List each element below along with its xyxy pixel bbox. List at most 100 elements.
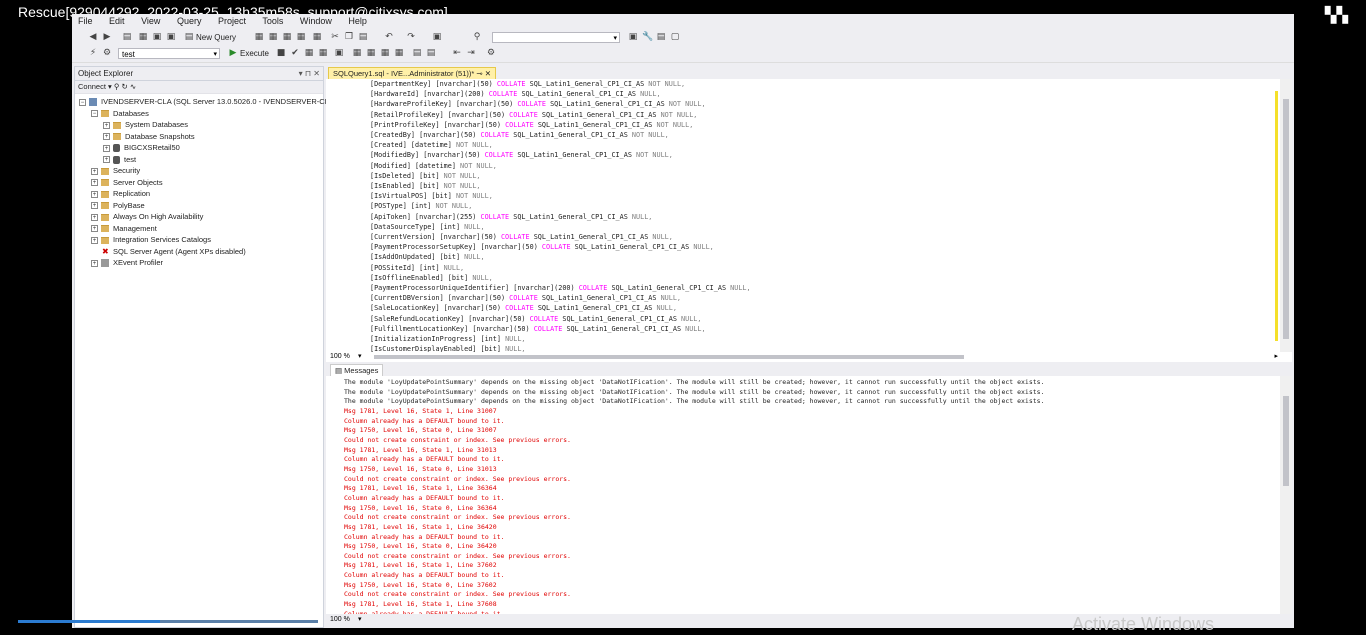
uncomment-icon[interactable]: ▤	[426, 48, 436, 58]
find-icon[interactable]: ⚲	[472, 32, 482, 42]
code-line[interactable]: [Created] [datetime] NOT NULL,	[370, 140, 751, 150]
available-databases-combo[interactable]: test ▾	[118, 48, 220, 59]
debug-icon[interactable]: ▣	[432, 32, 442, 42]
xmla-query-icon[interactable]: ▦	[296, 32, 306, 42]
code-line[interactable]: [DepartmentKey] [nvarchar](50) COLLATE S…	[370, 79, 751, 89]
menu-help[interactable]: Help	[348, 16, 367, 26]
menu-edit[interactable]: Edit	[109, 16, 125, 26]
expand-icon[interactable]: +	[91, 259, 98, 267]
expand-icon[interactable]: +	[91, 179, 98, 187]
query-text[interactable]: [DepartmentKey] [nvarchar](50) COLLATE S…	[370, 79, 751, 352]
code-line[interactable]: [IsOfflineEnabled] [bit] NULL,	[370, 273, 751, 283]
code-line[interactable]: [RetailProfileKey] [nvarchar](50) COLLAT…	[370, 110, 751, 120]
save-all-icon[interactable]: ▣	[166, 32, 176, 42]
properties-icon[interactable]: ▣	[628, 32, 638, 42]
live-stats-icon[interactable]: ▦	[366, 48, 376, 58]
tree-node-management[interactable]: + Management	[91, 223, 157, 234]
editor-vertical-scrollbar[interactable]	[1280, 79, 1292, 352]
cut-icon[interactable]: ✂	[330, 32, 340, 42]
include-plan-icon[interactable]: ▦	[352, 48, 362, 58]
tree-node-integration-services[interactable]: + Integration Services Catalogs	[91, 234, 211, 245]
parse-check-icon[interactable]: ✔	[290, 48, 300, 58]
code-line[interactable]: [HardwareProfileKey] [nvarchar](50) COLL…	[370, 99, 751, 109]
query-editor[interactable]: [DepartmentKey] [nvarchar](50) COLLATE S…	[326, 79, 1292, 352]
messages-vertical-scrollbar[interactable]	[1280, 376, 1292, 614]
expand-icon[interactable]: +	[103, 156, 110, 164]
mdx-query-icon[interactable]: ▦	[268, 32, 278, 42]
tree-node-database-snapshots[interactable]: + Database Snapshots	[103, 131, 195, 142]
client-stats-icon[interactable]: ▦	[380, 48, 390, 58]
wrench-icon[interactable]: 🔧	[642, 32, 653, 42]
decrease-indent-icon[interactable]: ⇤	[452, 48, 462, 58]
paste-icon[interactable]: ▤	[358, 32, 368, 42]
code-line[interactable]: [CurrentVersion] [nvarchar](50) COLLATE …	[370, 232, 751, 242]
expand-icon[interactable]: +	[103, 133, 110, 141]
grid-menu-icon[interactable]: ▚▚	[1325, 4, 1348, 28]
menu-file[interactable]: File	[78, 16, 93, 26]
code-line[interactable]: [CurrentDBVersion] [nvarchar](50) COLLAT…	[370, 293, 751, 303]
expand-icon[interactable]: +	[91, 167, 98, 175]
increase-indent-icon[interactable]: ⇥	[466, 48, 476, 58]
zoom-dropdown-icon[interactable]: ▾	[358, 352, 362, 362]
expand-icon[interactable]: +	[91, 213, 98, 221]
code-line[interactable]: [IsAddOnUpdated] [bit] NULL,	[370, 252, 751, 262]
code-line[interactable]: [ModifiedBy] [nvarchar](50) COLLATE SQL_…	[370, 150, 751, 160]
new-project-icon[interactable]: ▤	[122, 32, 132, 42]
tree-node-server-objects[interactable]: + Server Objects	[91, 177, 163, 188]
open-file-icon[interactable]: ▦	[138, 32, 148, 42]
code-line[interactable]: [InitializationInProgress] [int] NULL,	[370, 334, 751, 344]
execute-icon[interactable]: ▶	[228, 48, 238, 58]
code-line[interactable]: [SaleLocationKey] [nvarchar](50) COLLATE…	[370, 303, 751, 313]
expand-icon[interactable]: +	[91, 225, 98, 233]
tree-node-system-databases[interactable]: + System Databases	[103, 119, 188, 130]
menu-view[interactable]: View	[141, 16, 160, 26]
results-to-text-icon[interactable]: ▣	[334, 48, 344, 58]
code-line[interactable]: [IsEnabled] [bit] NOT NULL,	[370, 181, 751, 191]
window-icon[interactable]: ▢	[670, 32, 680, 42]
code-line[interactable]: [HardwareId] [nvarchar](200) COLLATE SQL…	[370, 89, 751, 99]
tree-node-db-test[interactable]: + test	[103, 154, 136, 165]
menu-tools[interactable]: Tools	[262, 16, 283, 26]
undo-icon[interactable]: ↶	[384, 32, 394, 42]
connect-dropdown[interactable]: Connect	[78, 82, 106, 91]
panel-pin-close-icons[interactable]: ▾ ⊓ ✕	[299, 67, 320, 80]
tree-node-always-on[interactable]: + Always On High Availability	[91, 211, 203, 222]
find-combo[interactable]: ▾	[492, 32, 620, 43]
analysis-query-icon[interactable]: ▦	[312, 32, 322, 42]
menu-query[interactable]: Query	[177, 16, 202, 26]
code-line[interactable]: [IsVirtualPOS] [bit] NOT NULL,	[370, 191, 751, 201]
scroll-right-icon[interactable]: ▸	[1274, 352, 1278, 362]
specify-values-icon[interactable]: ⚙	[486, 48, 496, 58]
menu-project[interactable]: Project	[218, 16, 246, 26]
code-line[interactable]: [IsCustomerDisplayEnabled] [bit] NULL,	[370, 344, 751, 352]
code-line[interactable]: [FulfillmentLocationKey] [nvarchar](50) …	[370, 324, 751, 334]
messages-scroll-thumb[interactable]	[1283, 396, 1289, 486]
code-line[interactable]: [POSSiteId] [int] NULL,	[370, 263, 751, 273]
tree-node-polybase[interactable]: + PolyBase	[91, 200, 145, 211]
tab-messages[interactable]: ▤ Messages	[330, 364, 384, 376]
code-line[interactable]: [PaymentProcessorSetupKey] [nvarchar](50…	[370, 242, 751, 252]
back-icon[interactable]: ◀	[88, 32, 98, 42]
activity-monitor-icon[interactable]: ∿	[130, 82, 136, 91]
menu-window[interactable]: Window	[300, 16, 332, 26]
expand-icon[interactable]: +	[103, 144, 110, 152]
expand-icon[interactable]: +	[91, 236, 98, 244]
save-icon[interactable]: ▣	[152, 32, 162, 42]
comment-icon[interactable]: ▤	[412, 48, 422, 58]
collapse-icon[interactable]: −	[79, 98, 86, 106]
tree-node-xevent-profiler[interactable]: + XEvent Profiler	[91, 257, 163, 268]
code-line[interactable]: [POSType] [int] NOT NULL,	[370, 201, 751, 211]
close-tab-icon[interactable]: ✕	[485, 69, 491, 78]
execute-button[interactable]: Execute	[240, 48, 269, 60]
forward-icon[interactable]: ▶	[102, 32, 112, 42]
tree-node-security[interactable]: + Security	[91, 165, 140, 176]
editor-horizontal-scroll-thumb[interactable]	[374, 355, 964, 359]
code-line[interactable]: [Modified] [datetime] NOT NULL,	[370, 161, 751, 171]
collapse-icon[interactable]: −	[91, 110, 98, 118]
tree-node-databases[interactable]: − Databases	[91, 108, 149, 119]
editor-scroll-thumb[interactable]	[1283, 99, 1289, 339]
stop-icon[interactable]: ■	[276, 48, 286, 58]
expand-icon[interactable]: +	[103, 121, 110, 129]
expand-icon[interactable]: +	[91, 202, 98, 210]
query-designer-icon[interactable]: ▦	[318, 48, 328, 58]
